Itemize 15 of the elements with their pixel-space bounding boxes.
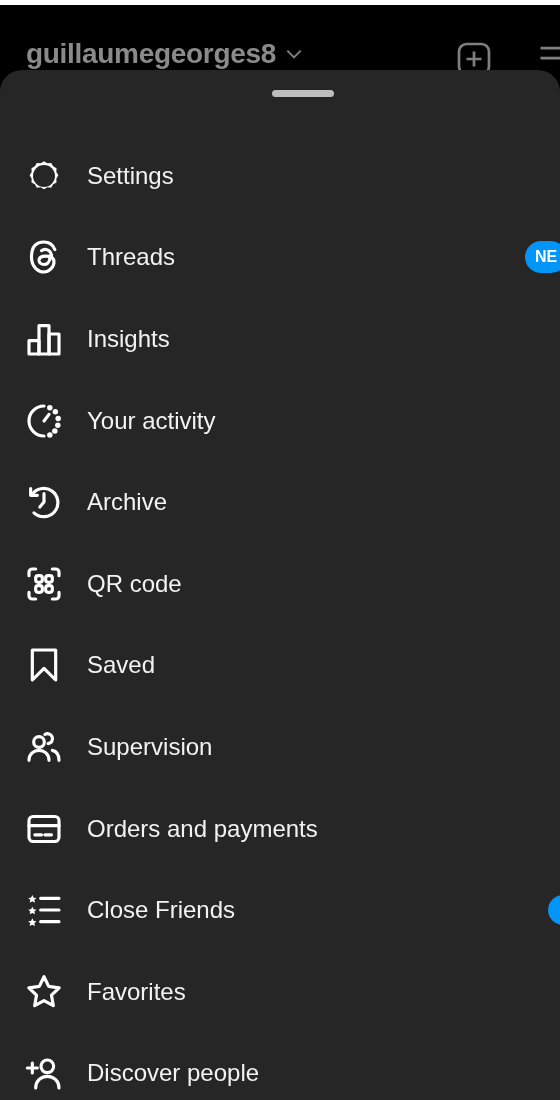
menu-item[interactable]: QR code [87,569,182,598]
menu-item[interactable]: Threads [87,243,176,272]
menu-item[interactable]: Archive [87,488,168,517]
menu-item[interactable]: Your activity [87,406,216,435]
menu-item[interactable]: Supervision [87,732,213,761]
drag-handle[interactable] [272,90,334,97]
username[interactable]: guillaumegeorges8 [26,38,277,69]
menu-item[interactable]: Saved [87,651,156,680]
menu-item[interactable]: Close Friends [87,896,236,925]
menu-item[interactable]: Settings [87,161,174,190]
menu-item[interactable]: Discover people [87,1059,260,1088]
new-badge: NE [525,241,560,274]
menu-item[interactable]: Favorites [87,977,186,1006]
menu-item[interactable]: Orders and payments [87,814,318,843]
menu-item[interactable]: Insights [87,325,170,353]
